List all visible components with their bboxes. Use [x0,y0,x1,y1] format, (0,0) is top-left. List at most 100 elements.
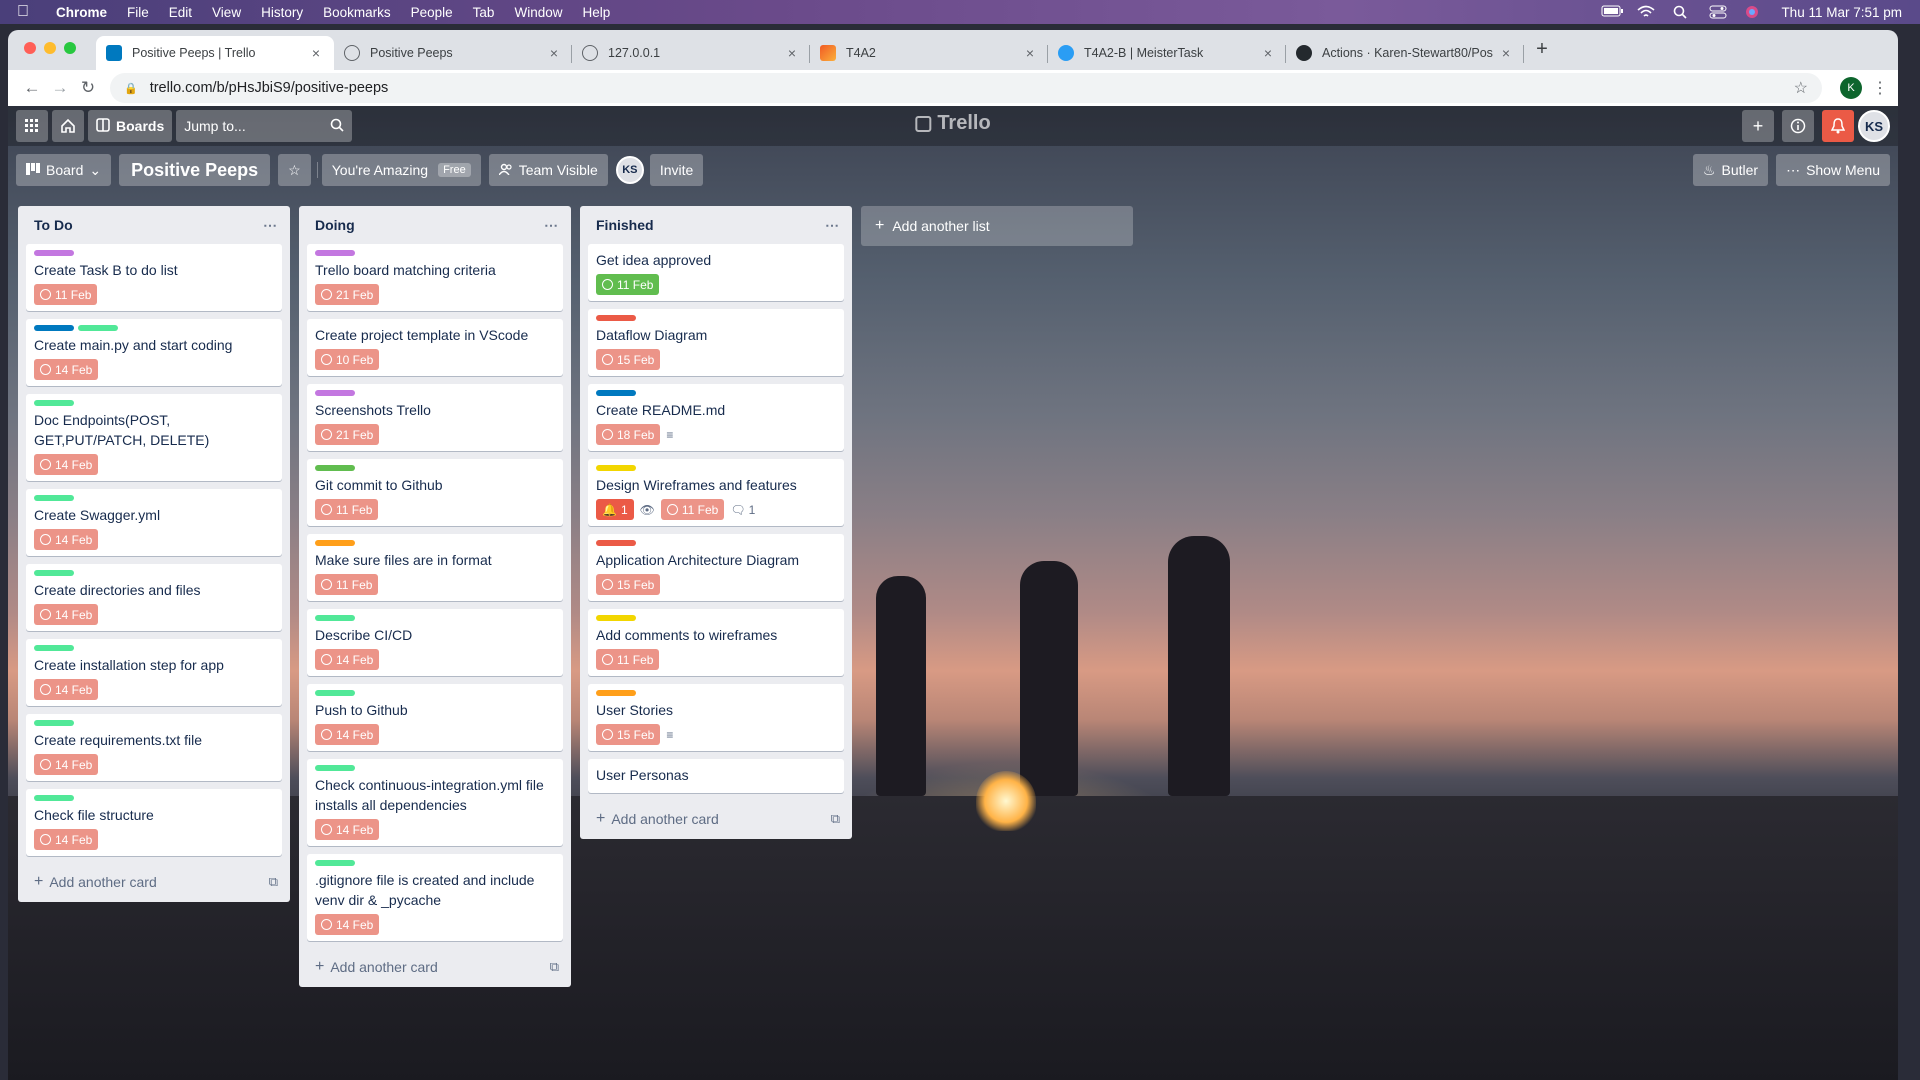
due-date-badge[interactable]: 21 Feb [315,424,380,445]
list-menu-icon[interactable]: ⋯ [263,217,278,234]
battery-icon[interactable] [1601,5,1624,19]
add-card-button[interactable]: + Add another card ⧉ [18,864,290,900]
member-avatar[interactable]: KS [1858,110,1890,142]
card-label-yellow[interactable] [596,465,636,471]
due-date-badge[interactable]: 10 Feb [315,349,380,370]
url-text[interactable]: trello.com/b/pHsJbiS9/positive-peeps [150,80,389,96]
due-date-badge[interactable]: 11 Feb [34,284,98,305]
team-button[interactable]: You're Amazing Free [321,154,481,186]
card-label-purple[interactable] [34,250,74,256]
spotlight-search-icon[interactable] [1673,5,1691,19]
card[interactable]: Get idea approved 11 Feb [588,244,844,301]
card[interactable]: Create Swagger.yml 14 Feb [26,489,282,556]
card[interactable]: Design Wireframes and features 🔔 1 👁 11 Feb 🗨… [588,459,844,526]
menu-app-name[interactable]: Chrome [46,5,117,20]
card[interactable]: Check continuous-integration.yml file in… [307,759,563,846]
trello-logo[interactable]: Trello [915,112,991,135]
browser-tab[interactable]: T4A2 × [810,36,1048,70]
list-menu-icon[interactable]: ⋯ [544,217,559,234]
card[interactable]: Create requirements.txt file 14 Feb [26,714,282,781]
due-date-badge[interactable]: 11 Feb [596,274,660,295]
browser-tab[interactable]: Actions · Karen-Stewart80/Pos × [1286,36,1524,70]
os-menu-item[interactable]: Tab [463,5,505,20]
card[interactable]: Push to Github 14 Feb [307,684,563,751]
card-label-lime[interactable] [34,495,74,501]
browser-tab[interactable]: T4A2-B | MeisterTask × [1048,36,1286,70]
card-label-lime[interactable] [315,765,355,771]
card[interactable]: User Personas [588,759,844,793]
due-date-badge[interactable]: 14 Feb [315,819,380,840]
due-date-badge[interactable]: 14 Feb [315,914,380,935]
due-date-badge[interactable]: 14 Feb [34,679,99,700]
list-title[interactable]: Finished [596,217,654,233]
wifi-icon[interactable] [1637,5,1655,19]
card[interactable]: Add comments to wireframes 11 Feb [588,609,844,676]
board-member-avatar[interactable]: KS [615,156,644,184]
due-date-badge[interactable]: 14 Feb [34,604,99,625]
os-menu-item[interactable]: Bookmarks [313,5,401,20]
card-label-lime[interactable] [315,690,355,696]
close-tab-icon[interactable]: × [1022,45,1038,61]
close-tab-icon[interactable]: × [1260,45,1276,61]
os-menu-item[interactable]: Window [504,5,572,20]
due-date-badge[interactable]: 14 Feb [34,529,99,550]
due-date-badge[interactable]: 11 Feb [596,649,660,670]
profile-avatar[interactable]: K [1840,77,1862,99]
butler-button[interactable]: ♨ Butler [1692,154,1769,186]
home-icon[interactable] [52,110,84,142]
due-date-badge[interactable]: 11 Feb [315,574,379,595]
list-title[interactable]: Doing [315,217,355,233]
create-plus-icon[interactable]: + [1742,110,1774,142]
card-label-lime[interactable] [78,325,118,331]
card[interactable]: Dataflow Diagram 15 Feb [588,309,844,376]
due-date-badge[interactable]: 11 Feb [315,499,379,520]
apple-icon[interactable]:  [0,3,46,21]
card-template-icon[interactable]: ⧉ [269,874,278,890]
card-label-purple[interactable] [315,390,355,396]
card[interactable]: Create directories and files 14 Feb [26,564,282,631]
board-title[interactable]: Positive Peeps [119,154,271,186]
card-label-lime[interactable] [34,645,74,651]
close-tab-icon[interactable]: × [784,45,800,61]
card[interactable]: Screenshots Trello 21 Feb [307,384,563,451]
card[interactable]: Check file structure 14 Feb [26,789,282,856]
card-label-red[interactable] [596,315,636,321]
os-menu-item[interactable]: History [251,5,313,20]
due-date-badge[interactable]: 14 Feb [34,359,99,380]
browser-tab[interactable]: 127.0.0.1 × [572,36,810,70]
due-date-badge[interactable]: 11 Feb [660,499,725,520]
card[interactable]: Create main.py and start coding 14 Feb [26,319,282,386]
os-menu-item[interactable]: View [202,5,251,20]
card[interactable]: Make sure files are in format 11 Feb [307,534,563,601]
card-label-lime[interactable] [315,615,355,621]
due-date-badge[interactable]: 15 Feb [596,349,661,370]
card-label-yellow[interactable] [596,615,636,621]
card-label-blue[interactable] [596,390,636,396]
due-date-badge[interactable]: 18 Feb [596,424,661,445]
control-center-icon[interactable] [1709,5,1727,19]
add-card-button[interactable]: + Add another card ⧉ [580,801,852,837]
close-tab-icon[interactable]: × [308,45,324,61]
card[interactable]: Doc Endpoints(POST, GET,PUT/PATCH, DELET… [26,394,282,481]
list-header[interactable]: Doing ⋯ [299,206,571,244]
siri-icon[interactable] [1745,5,1763,19]
close-tab-icon[interactable]: × [546,45,562,61]
card-label-purple[interactable] [315,250,355,256]
list-header[interactable]: To Do ⋯ [18,206,290,244]
list-menu-icon[interactable]: ⋯ [825,217,840,234]
due-date-badge[interactable]: 14 Feb [34,754,99,775]
card[interactable]: Create installation step for app 14 Feb [26,639,282,706]
visibility-button[interactable]: Team Visible [488,154,608,186]
due-date-badge[interactable]: 14 Feb [34,454,99,475]
card-label-lime[interactable] [315,860,355,866]
new-tab-button[interactable]: + [1524,38,1560,61]
due-date-badge[interactable]: 15 Feb [596,724,661,745]
star-board-button[interactable]: ☆ [278,154,311,186]
card[interactable]: Create Task B to do list 11 Feb [26,244,282,311]
invite-button[interactable]: Invite [649,154,704,186]
os-menu-item[interactable]: People [401,5,463,20]
card-template-icon[interactable]: ⧉ [831,811,840,827]
os-menu-item[interactable]: File [117,5,159,20]
due-date-badge[interactable]: 14 Feb [315,649,380,670]
apps-grid-icon[interactable] [16,110,48,142]
